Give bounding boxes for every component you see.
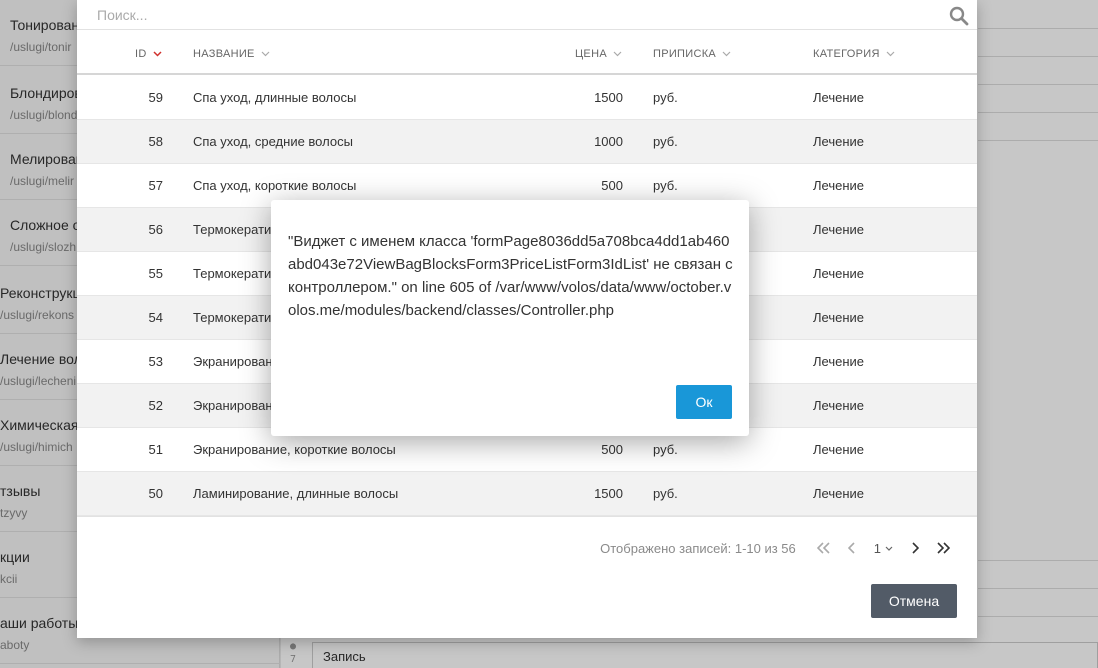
column-header-name[interactable]: НАЗВАНИЕ bbox=[193, 48, 270, 60]
row-category: Лечение bbox=[813, 310, 865, 325]
column-header-category[interactable]: КАТЕГОРИЯ bbox=[813, 48, 895, 60]
column-header-label: КАТЕГОРИЯ bbox=[813, 48, 880, 60]
row-category: Лечение bbox=[813, 222, 865, 237]
sort-desc-icon bbox=[153, 51, 162, 57]
alert-message: "Виджет с именем класса 'formPage8036dd5… bbox=[288, 233, 733, 319]
row-category: Лечение bbox=[813, 486, 865, 501]
row-name: Термокерати bbox=[193, 266, 272, 281]
column-header-label: ID bbox=[135, 48, 147, 60]
row-category: Лечение bbox=[813, 442, 865, 457]
chevron-down-icon bbox=[886, 51, 895, 57]
row-name: Термокерати bbox=[193, 222, 272, 237]
last-page-icon[interactable] bbox=[929, 538, 957, 558]
row-name: Ламинирование, длинные волосы bbox=[193, 486, 399, 501]
search-input[interactable] bbox=[97, 4, 937, 26]
column-header-label: НАЗВАНИЕ bbox=[193, 48, 255, 60]
row-category: Лечение bbox=[813, 354, 865, 369]
row-category: Лечение bbox=[813, 134, 865, 149]
row-id: 55 bbox=[148, 266, 163, 281]
row-category: Лечение bbox=[813, 398, 865, 413]
row-id: 50 bbox=[148, 486, 163, 501]
row-note: руб. bbox=[653, 178, 678, 193]
row-category: Лечение bbox=[813, 90, 865, 105]
row-note: руб. bbox=[653, 442, 678, 457]
row-name: Экранирование, короткие волосы bbox=[193, 442, 396, 457]
row-id: 54 bbox=[148, 310, 163, 325]
table-row[interactable]: 50 Ламинирование, длинные волосы 1500 руб. Л… bbox=[77, 472, 977, 516]
chevron-down-icon bbox=[613, 51, 622, 57]
row-price: 500 bbox=[601, 442, 623, 457]
ok-button[interactable]: Ок bbox=[676, 385, 732, 419]
column-header-label: ЦЕНА bbox=[575, 48, 607, 60]
pagination-info: Отображено записей: 1-10 из 56 bbox=[600, 540, 796, 556]
column-header-id[interactable]: ID bbox=[135, 48, 162, 60]
column-header-price[interactable]: ЦЕНА bbox=[575, 48, 622, 60]
page-select-value: 1 bbox=[873, 540, 881, 556]
column-header-note[interactable]: ПРИПИСКА bbox=[653, 48, 731, 60]
pagination: Отображено записей: 1-10 из 56 1 bbox=[600, 538, 957, 558]
table-row[interactable]: 59 Спа уход, длинные волосы 1500 руб. Лечени… bbox=[77, 76, 977, 120]
list-header: ID НАЗВАНИЕ ЦЕНА ПРИПИСКА КАТЕГОРИЯ bbox=[77, 31, 977, 75]
page-select[interactable]: 1 bbox=[874, 541, 893, 556]
chevron-down-icon bbox=[261, 51, 270, 57]
row-name: Экранирован bbox=[193, 354, 273, 369]
row-price: 1500 bbox=[594, 90, 623, 105]
row-price: 1000 bbox=[594, 134, 623, 149]
row-name: Спа уход, длинные волосы bbox=[193, 90, 357, 105]
row-id: 58 bbox=[148, 134, 163, 149]
row-id: 59 bbox=[148, 90, 163, 105]
chevron-down-icon bbox=[885, 546, 893, 551]
row-id: 52 bbox=[148, 398, 163, 413]
row-id: 51 bbox=[148, 442, 163, 457]
previous-page-icon[interactable] bbox=[838, 538, 866, 558]
row-note: руб. bbox=[653, 90, 678, 105]
row-name: Экранирован bbox=[193, 398, 273, 413]
row-price: 1500 bbox=[594, 486, 623, 501]
row-id: 57 bbox=[148, 178, 163, 193]
table-row[interactable]: 58 Спа уход, средние волосы 1000 руб. Лечени… bbox=[77, 120, 977, 164]
row-name: Спа уход, средние волосы bbox=[193, 134, 353, 149]
row-id: 56 bbox=[148, 222, 163, 237]
row-category: Лечение bbox=[813, 178, 865, 193]
row-name: Термокерати bbox=[193, 310, 272, 325]
row-note: руб. bbox=[653, 486, 678, 501]
row-category: Лечение bbox=[813, 266, 865, 281]
first-page-icon[interactable] bbox=[810, 538, 838, 558]
chevron-down-icon bbox=[722, 51, 731, 57]
row-id: 53 bbox=[148, 354, 163, 369]
row-note: руб. bbox=[653, 134, 678, 149]
search-bar bbox=[77, 0, 977, 30]
column-header-label: ПРИПИСКА bbox=[653, 48, 717, 60]
row-price: 500 bbox=[601, 178, 623, 193]
row-name: Спа уход, короткие волосы bbox=[193, 178, 357, 193]
search-icon[interactable] bbox=[949, 6, 969, 26]
cancel-button[interactable]: Отмена bbox=[871, 584, 957, 618]
error-alert-dialog: "Виджет с именем класса 'formPage8036dd5… bbox=[271, 200, 749, 436]
next-page-icon[interactable] bbox=[901, 538, 929, 558]
footer-divider bbox=[77, 516, 977, 517]
